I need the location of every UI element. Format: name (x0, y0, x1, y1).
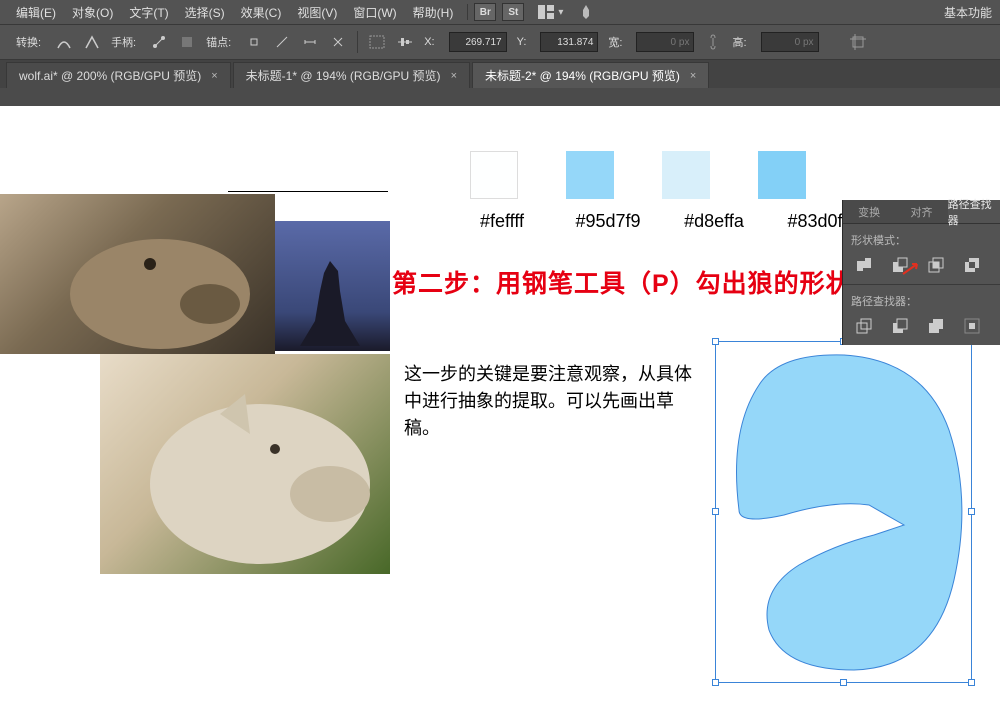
swatch-2[interactable] (566, 151, 614, 199)
swatch-hex-labels: #feffff #95d7f9 #d8effa #83d0f7 (464, 211, 858, 232)
pathfinder-panel: 变换 对齐 路径查找器 形状模式： 路径查找器： (842, 200, 1000, 345)
workspace-switcher[interactable]: 基本功能 (944, 4, 1000, 21)
panel-tab-align[interactable]: 对齐 (895, 200, 947, 223)
tutorial-heading: 第二步：用钢笔工具（P）勾出狼的形状。 (392, 264, 878, 300)
document-tab[interactable]: wolf.ai* @ 200% (RGB/GPU 预览) × (6, 62, 231, 88)
document-tab-active[interactable]: 未标题-2* @ 194% (RGB/GPU 预览) × (472, 62, 709, 88)
rocket-icon[interactable] (577, 3, 595, 21)
control-bar: 转换: 手柄: 锚点: X: 269.717 Y: 131.874 宽: 0 p… (0, 24, 1000, 60)
divider (357, 31, 358, 53)
x-label: X: (424, 36, 434, 48)
anchor-connect-icon[interactable] (301, 33, 319, 51)
resize-handle-tl[interactable] (712, 338, 719, 345)
resize-handle-mr[interactable] (968, 508, 975, 515)
bridge-button[interactable]: Br (474, 3, 496, 21)
resize-handle-ml[interactable] (712, 508, 719, 515)
panel-tab-transform[interactable]: 变换 (843, 200, 895, 223)
menu-type[interactable]: 文字(T) (121, 4, 176, 21)
placed-image-wolf-silhouette[interactable] (275, 221, 390, 351)
swatch-1[interactable] (470, 151, 518, 199)
x-input[interactable]: 269.717 (449, 32, 507, 52)
selection-bounding-box[interactable] (716, 342, 971, 682)
tab-label: 未标题-1* @ 194% (RGB/GPU 预览) (246, 67, 441, 84)
arrange-icon[interactable] (538, 3, 556, 21)
close-icon[interactable]: × (690, 70, 696, 82)
selection-border (716, 342, 971, 682)
menu-select[interactable]: 选择(S) (177, 4, 233, 21)
menu-view[interactable]: 视图(V) (289, 4, 345, 21)
anchor-add-icon[interactable] (245, 33, 263, 51)
swatch-hex: #d8effa (676, 211, 752, 232)
isolate-icon[interactable] (368, 33, 386, 51)
exclude-icon[interactable] (963, 256, 981, 274)
swatch-4[interactable] (758, 151, 806, 199)
close-icon[interactable]: × (211, 70, 217, 82)
workspace-label: 基本功能 (944, 4, 992, 21)
tutorial-body: 这一步的关键是要注意观察，从具体中进行抽象的提取。可以先画出草稿。 (404, 361, 694, 442)
swatch-hex: #95d7f9 (570, 211, 646, 232)
menu-window[interactable]: 窗口(W) (345, 4, 404, 21)
tab-label: wolf.ai* @ 200% (RGB/GPU 预览) (19, 67, 201, 84)
convert-label: 转换: (16, 34, 41, 50)
document-tab-bar: wolf.ai* @ 200% (RGB/GPU 预览) × 未标题-1* @ … (0, 60, 1000, 88)
stock-button[interactable]: St (502, 3, 524, 21)
align-icon[interactable] (396, 33, 414, 51)
anchor-cut-icon[interactable] (329, 33, 347, 51)
placed-image-white-wolf[interactable] (100, 354, 390, 574)
convert-smooth-icon[interactable] (55, 33, 73, 51)
swatch-hex: #feffff (464, 211, 540, 232)
divide-icon[interactable] (855, 317, 873, 335)
y-input[interactable]: 131.874 (540, 32, 598, 52)
minus-front-icon[interactable] (891, 256, 909, 274)
trim-icon[interactable] (891, 317, 909, 335)
panel-tabs: 变换 对齐 路径查找器 (843, 200, 1000, 224)
anchor-remove-icon[interactable] (273, 33, 291, 51)
menu-edit[interactable]: 编辑(E) (8, 4, 64, 21)
dropdown-caret-icon[interactable]: ▾ (558, 7, 563, 18)
link-wh-icon[interactable] (704, 33, 722, 51)
menu-help[interactable]: 帮助(H) (405, 4, 462, 21)
close-icon[interactable]: × (451, 70, 457, 82)
unite-icon[interactable] (855, 256, 873, 274)
anchor-label: 锚点: (206, 34, 231, 50)
menu-object[interactable]: 对象(O) (64, 4, 121, 21)
y-label: Y: (517, 36, 527, 48)
handle-show-icon[interactable] (150, 33, 168, 51)
placed-image-wolf-closeup[interactable] (0, 194, 275, 354)
shape-modes-label: 形状模式： (851, 232, 992, 248)
color-swatches (470, 151, 806, 199)
pathfinders-section: 路径查找器： (843, 284, 1000, 345)
w-input[interactable]: 0 px (636, 32, 694, 52)
document-tab[interactable]: 未标题-1* @ 194% (RGB/GPU 预览) × (233, 62, 470, 88)
w-label: 宽: (608, 34, 622, 50)
merge-icon[interactable] (927, 317, 945, 335)
menu-bar: 编辑(E) 对象(O) 文字(T) 选择(S) 效果(C) 视图(V) 窗口(W… (0, 0, 1000, 24)
crop-icon[interactable] (849, 33, 867, 51)
divider (467, 4, 468, 20)
artboard[interactable]: #feffff #95d7f9 #d8effa #83d0f7 第二步：用钢笔工… (0, 106, 1000, 706)
h-label: 高: (732, 34, 746, 50)
handle-label: 手柄: (111, 34, 136, 50)
swatch-3[interactable] (662, 151, 710, 199)
tab-label: 未标题-2* @ 194% (RGB/GPU 预览) (485, 67, 680, 84)
pathfinders-label: 路径查找器： (851, 293, 992, 309)
intersect-icon[interactable] (927, 256, 945, 274)
menu-effect[interactable]: 效果(C) (233, 4, 290, 21)
panel-tab-pathfinder[interactable]: 路径查找器 (948, 200, 1000, 223)
crop-pf-icon[interactable] (963, 317, 981, 335)
guide-line (228, 191, 388, 192)
convert-corner-icon[interactable] (83, 33, 101, 51)
handle-hide-icon[interactable] (178, 33, 196, 51)
shape-modes-section: 形状模式： (843, 224, 1000, 284)
h-input[interactable]: 0 px (761, 32, 819, 52)
workspace: #feffff #95d7f9 #d8effa #83d0f7 第二步：用钢笔工… (0, 88, 1000, 685)
